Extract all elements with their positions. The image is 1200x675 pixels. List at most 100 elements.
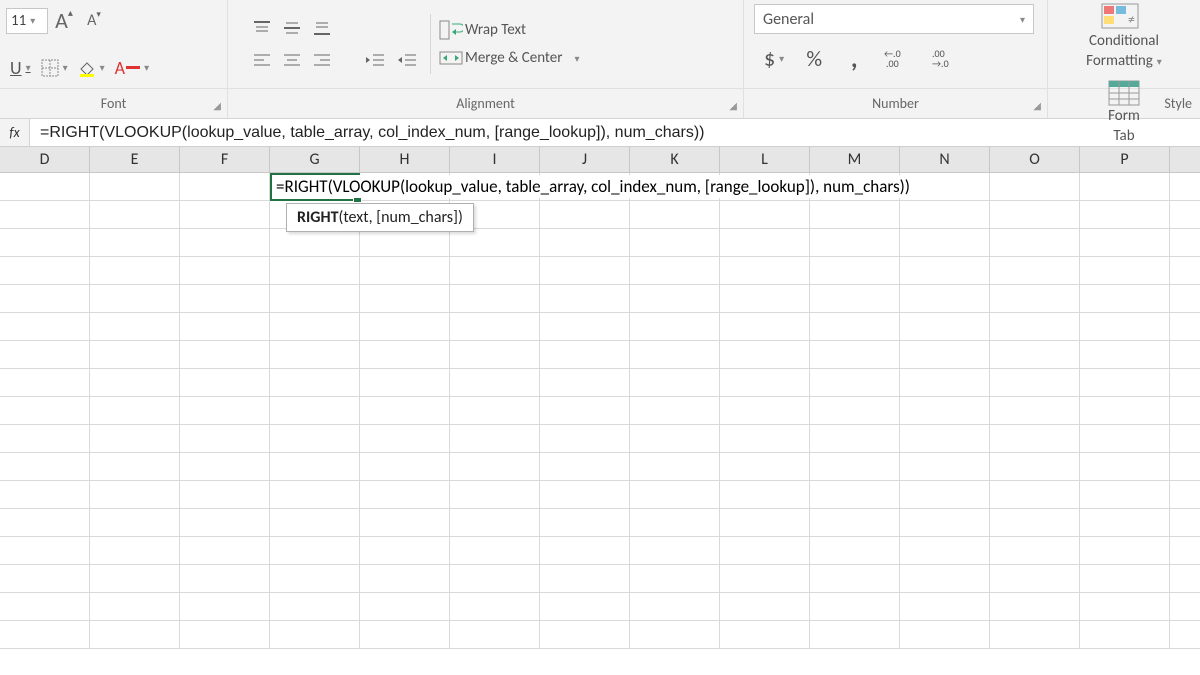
cell[interactable] — [0, 173, 90, 200]
cell[interactable] — [540, 313, 630, 340]
cell[interactable] — [0, 229, 90, 256]
cell[interactable] — [990, 453, 1080, 480]
cell[interactable] — [0, 313, 90, 340]
cell[interactable] — [810, 397, 900, 424]
percent-format-button[interactable]: % — [800, 44, 828, 72]
cell[interactable] — [720, 425, 810, 452]
cell[interactable] — [900, 313, 990, 340]
cell[interactable] — [180, 397, 270, 424]
cell[interactable] — [450, 537, 540, 564]
cell[interactable] — [270, 621, 360, 648]
cell[interactable] — [1170, 481, 1200, 508]
cell[interactable] — [900, 537, 990, 564]
cell[interactable] — [810, 593, 900, 620]
cell[interactable] — [1080, 201, 1170, 228]
cell[interactable] — [540, 369, 630, 396]
cell[interactable] — [900, 285, 990, 312]
cell[interactable] — [270, 453, 360, 480]
cell[interactable] — [990, 397, 1080, 424]
cell[interactable] — [450, 481, 540, 508]
cell[interactable] — [0, 593, 90, 620]
cell[interactable] — [810, 285, 900, 312]
cell[interactable] — [1080, 565, 1170, 592]
cell[interactable] — [990, 173, 1080, 200]
cell[interactable] — [0, 481, 90, 508]
cell[interactable] — [270, 341, 360, 368]
col-header-D[interactable]: D — [0, 147, 90, 172]
cell[interactable] — [90, 369, 180, 396]
font-size-input[interactable]: 11 ▾ — [6, 8, 48, 34]
col-header-K[interactable]: K — [630, 147, 720, 172]
number-format-dropdown[interactable]: General ▾ — [754, 4, 1034, 34]
cell[interactable] — [900, 397, 990, 424]
col-header-G[interactable]: G — [270, 147, 360, 172]
cell[interactable] — [720, 621, 810, 648]
cell[interactable] — [630, 425, 720, 452]
merge-center-button[interactable]: Merge & Center ▾ — [439, 48, 580, 68]
cell[interactable] — [1080, 593, 1170, 620]
cell[interactable] — [630, 593, 720, 620]
col-header-L[interactable]: L — [720, 147, 810, 172]
cell[interactable] — [270, 481, 360, 508]
cell[interactable] — [540, 425, 630, 452]
cell[interactable] — [450, 425, 540, 452]
cell[interactable] — [1080, 341, 1170, 368]
col-header-E[interactable]: E — [90, 147, 180, 172]
cell[interactable] — [0, 425, 90, 452]
cell[interactable] — [90, 481, 180, 508]
cell[interactable] — [450, 593, 540, 620]
cell[interactable] — [360, 537, 450, 564]
cell[interactable] — [630, 481, 720, 508]
cell[interactable] — [450, 285, 540, 312]
cell[interactable] — [180, 621, 270, 648]
cell[interactable] — [360, 453, 450, 480]
cell[interactable] — [1170, 341, 1200, 368]
cell[interactable] — [540, 481, 630, 508]
cell[interactable] — [720, 369, 810, 396]
cell[interactable] — [990, 201, 1080, 228]
cell[interactable] — [810, 537, 900, 564]
cell[interactable] — [450, 313, 540, 340]
cell[interactable] — [270, 257, 360, 284]
cell[interactable] — [360, 593, 450, 620]
cell[interactable] — [270, 537, 360, 564]
cell[interactable] — [990, 537, 1080, 564]
cell[interactable] — [90, 285, 180, 312]
cell[interactable] — [810, 481, 900, 508]
cell[interactable] — [900, 369, 990, 396]
cell[interactable] — [360, 565, 450, 592]
cell[interactable] — [0, 453, 90, 480]
cell[interactable] — [450, 509, 540, 536]
cell[interactable] — [90, 313, 180, 340]
cell[interactable] — [1080, 453, 1170, 480]
cell[interactable] — [1170, 369, 1200, 396]
cell[interactable] — [720, 257, 810, 284]
cell[interactable] — [180, 425, 270, 452]
cell[interactable] — [810, 313, 900, 340]
cell[interactable] — [90, 201, 180, 228]
cell[interactable] — [450, 621, 540, 648]
cell[interactable] — [900, 173, 990, 200]
cell[interactable] — [1170, 509, 1200, 536]
cell[interactable] — [810, 341, 900, 368]
cell[interactable] — [270, 369, 360, 396]
cell[interactable] — [360, 285, 450, 312]
cell[interactable] — [0, 537, 90, 564]
cell[interactable] — [990, 565, 1080, 592]
cell[interactable] — [990, 509, 1080, 536]
cell[interactable] — [630, 285, 720, 312]
cell[interactable] — [540, 537, 630, 564]
cell[interactable] — [1080, 369, 1170, 396]
cell[interactable] — [180, 369, 270, 396]
cell[interactable] — [810, 201, 900, 228]
cell[interactable] — [630, 397, 720, 424]
cell[interactable] — [90, 341, 180, 368]
cell[interactable] — [90, 257, 180, 284]
cell[interactable] — [1170, 425, 1200, 452]
cell[interactable] — [630, 257, 720, 284]
cell[interactable] — [1170, 257, 1200, 284]
accounting-format-button[interactable]: $▾ — [760, 44, 788, 72]
cell[interactable] — [720, 509, 810, 536]
font-launcher-icon[interactable]: ◢ — [213, 99, 221, 112]
align-left-button[interactable] — [248, 46, 276, 74]
